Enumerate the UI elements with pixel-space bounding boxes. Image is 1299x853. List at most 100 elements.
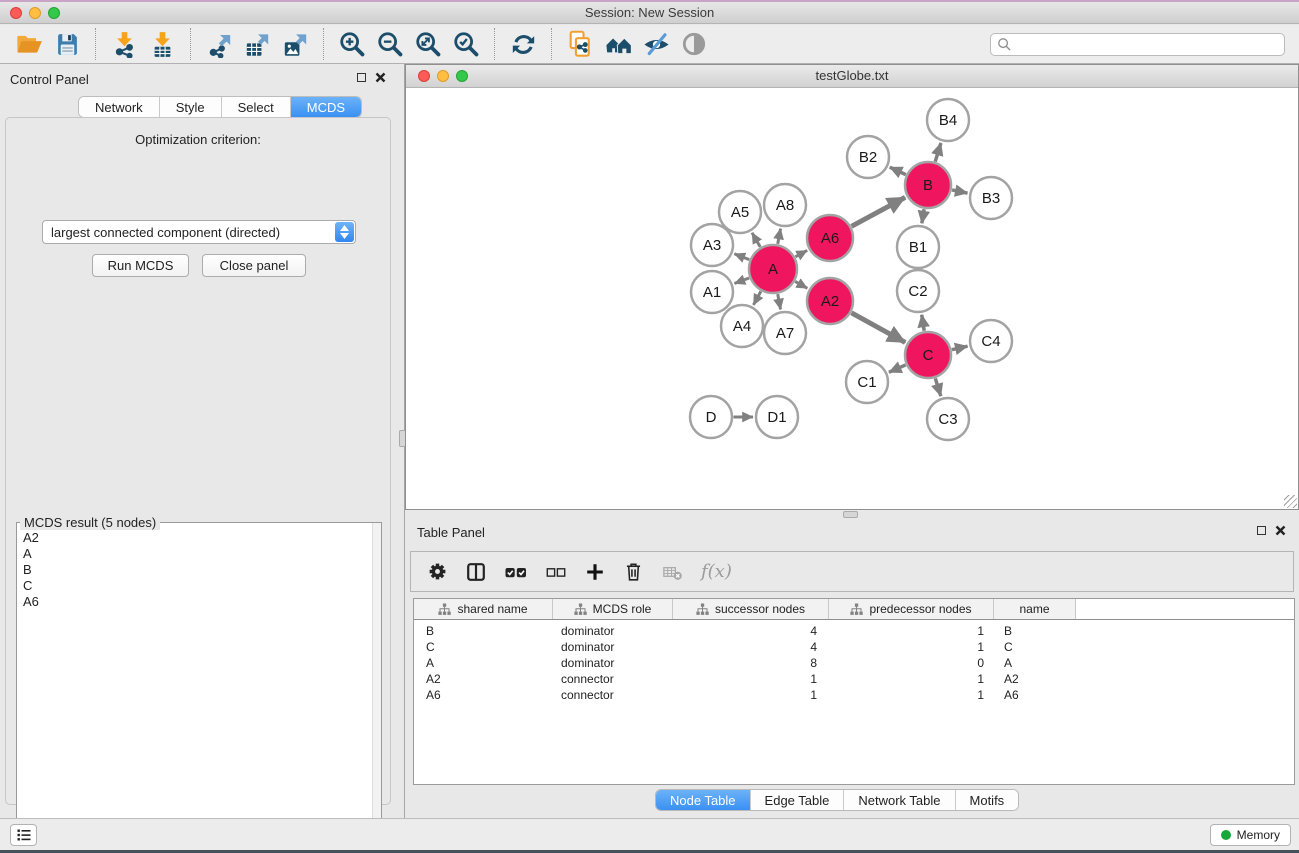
- open-session-button[interactable]: [10, 27, 48, 61]
- graph-node-A7[interactable]: A7: [764, 312, 806, 354]
- graph-edge-A-A4[interactable]: [753, 291, 760, 305]
- mcds-result-list[interactable]: A2 A B C A6: [17, 523, 381, 610]
- float-table-panel-icon[interactable]: [1257, 526, 1266, 535]
- graph-edge-C-C3[interactable]: [935, 378, 941, 396]
- zoom-in-button[interactable]: [333, 27, 371, 61]
- export-table-button[interactable]: [238, 27, 276, 61]
- hide-details-button[interactable]: [637, 27, 675, 61]
- graph-edge-C-C2[interactable]: [922, 315, 925, 331]
- graph-edge-A-A3[interactable]: [734, 254, 749, 260]
- unselect-all-columns-icon[interactable]: [545, 561, 567, 583]
- create-column-plus-icon[interactable]: [584, 561, 606, 583]
- graph-edge-B-B4[interactable]: [935, 143, 941, 162]
- graph-node-A[interactable]: A: [749, 245, 797, 293]
- column-header-mcds-role[interactable]: MCDS role: [553, 599, 673, 619]
- graph-edge-C-C1[interactable]: [889, 365, 906, 372]
- import-network-button[interactable]: [105, 27, 143, 61]
- refresh-layout-button[interactable]: [504, 27, 542, 61]
- graph-edge-B-B2[interactable]: [890, 167, 906, 174]
- graph-edge-A-A1[interactable]: [734, 278, 749, 284]
- network-canvas[interactable]: AA1A2A3A4A5A6A7A8BB1B2B3B4CC1C2C3C4DD1: [406, 88, 1298, 509]
- save-session-button[interactable]: [48, 27, 86, 61]
- table-row[interactable]: A2connector11A2: [414, 671, 1294, 687]
- mcds-result-item[interactable]: A6: [23, 594, 381, 610]
- close-table-panel-icon[interactable]: [1275, 525, 1286, 536]
- close-panel-button[interactable]: Close panel: [202, 254, 306, 277]
- export-network-button[interactable]: [200, 27, 238, 61]
- tab-edge-table[interactable]: Edge Table: [751, 790, 845, 810]
- graph-node-B2[interactable]: B2: [847, 136, 889, 178]
- graph-edge-A2-C[interactable]: [851, 313, 905, 343]
- tab-node-table[interactable]: Node Table: [656, 790, 751, 810]
- graph-edge-A-A2[interactable]: [795, 281, 807, 288]
- network-minimize-button[interactable]: [437, 70, 449, 82]
- graph-node-B[interactable]: B: [905, 162, 951, 208]
- network-close-button[interactable]: [418, 70, 430, 82]
- graph-edge-B-B3[interactable]: [952, 190, 968, 193]
- column-header-name[interactable]: name: [994, 599, 1076, 619]
- graph-node-D[interactable]: D: [690, 396, 732, 438]
- graph-node-C1[interactable]: C1: [846, 361, 888, 403]
- memory-button[interactable]: Memory: [1210, 824, 1291, 846]
- window-resize-grip[interactable]: [1284, 495, 1297, 508]
- column-header-shared-name[interactable]: shared name: [414, 599, 553, 619]
- zoom-out-button[interactable]: [371, 27, 409, 61]
- show-graphics-details-button[interactable]: [675, 27, 713, 61]
- home-view-button[interactable]: [599, 27, 637, 61]
- tab-mcds[interactable]: MCDS: [291, 97, 361, 117]
- close-window-button[interactable]: [10, 7, 22, 19]
- mcds-result-item[interactable]: C: [23, 578, 381, 594]
- tab-network-table[interactable]: Network Table: [844, 790, 955, 810]
- graph-node-B1[interactable]: B1: [897, 226, 939, 268]
- tab-style[interactable]: Style: [160, 97, 222, 117]
- delete-columns-trash-icon[interactable]: [623, 561, 644, 582]
- show-columns-icon[interactable]: [465, 561, 487, 583]
- zoom-window-button[interactable]: [48, 7, 60, 19]
- run-mcds-button[interactable]: Run MCDS: [92, 254, 189, 277]
- graph-node-A8[interactable]: A8: [764, 184, 806, 226]
- graph-node-C3[interactable]: C3: [927, 398, 969, 440]
- zoom-selected-button[interactable]: [447, 27, 485, 61]
- graph-node-A3[interactable]: A3: [691, 224, 733, 266]
- table-row[interactable]: A6connector11A6: [414, 687, 1294, 703]
- graph-node-B4[interactable]: B4: [927, 99, 969, 141]
- table-row[interactable]: Cdominator41C: [414, 639, 1294, 655]
- graph-node-A6[interactable]: A6: [807, 215, 853, 261]
- graph-node-C2[interactable]: C2: [897, 270, 939, 312]
- graph-node-A1[interactable]: A1: [691, 271, 733, 313]
- table-row[interactable]: Bdominator41B: [414, 623, 1294, 639]
- select-all-columns-icon[interactable]: [504, 560, 528, 584]
- minimize-window-button[interactable]: [29, 7, 41, 19]
- zoom-fit-button[interactable]: [409, 27, 447, 61]
- mcds-result-item[interactable]: A: [23, 546, 381, 562]
- close-panel-icon[interactable]: [375, 72, 386, 83]
- graph-node-C[interactable]: C: [905, 332, 951, 378]
- graph-node-A5[interactable]: A5: [719, 191, 761, 233]
- tab-network[interactable]: Network: [79, 97, 160, 117]
- table-settings-gear-icon[interactable]: [427, 561, 448, 582]
- import-table-button[interactable]: [143, 27, 181, 61]
- network-zoom-button[interactable]: [456, 70, 468, 82]
- tab-motifs[interactable]: Motifs: [956, 790, 1019, 810]
- graph-edge-A-A6[interactable]: [795, 250, 807, 256]
- graph-edge-A-A7[interactable]: [778, 294, 781, 309]
- table-row[interactable]: Adominator80A: [414, 655, 1294, 671]
- graph-node-D1[interactable]: D1: [756, 396, 798, 438]
- column-header-predecessor-nodes[interactable]: predecessor nodes: [829, 599, 994, 619]
- tab-select[interactable]: Select: [222, 97, 291, 117]
- graph-node-A2[interactable]: A2: [807, 278, 853, 324]
- graph-edge-B-B1[interactable]: [922, 209, 924, 223]
- graph-node-B3[interactable]: B3: [970, 177, 1012, 219]
- node-table[interactable]: shared name MCDS role successor nodes pr…: [413, 598, 1295, 785]
- mcds-result-item[interactable]: B: [23, 562, 381, 578]
- task-history-button[interactable]: [10, 824, 37, 846]
- clone-network-button[interactable]: [561, 27, 599, 61]
- mcds-result-item[interactable]: A2: [23, 530, 381, 546]
- horizontal-splitter-grip[interactable]: [843, 511, 858, 518]
- criterion-dropdown[interactable]: largest connected component (directed): [42, 220, 356, 244]
- export-image-button[interactable]: [276, 27, 314, 61]
- column-header-successor-nodes[interactable]: successor nodes: [673, 599, 829, 619]
- graph-edge-A-A8[interactable]: [778, 229, 781, 244]
- graph-node-C4[interactable]: C4: [970, 320, 1012, 362]
- result-list-scrollbar[interactable]: [372, 523, 381, 853]
